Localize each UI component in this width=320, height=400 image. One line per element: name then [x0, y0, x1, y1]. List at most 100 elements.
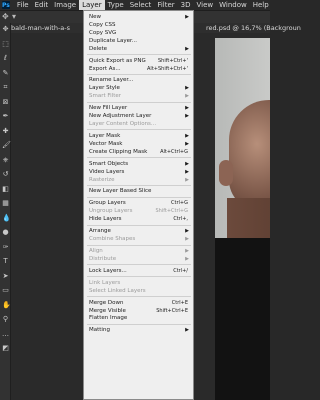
menu-item-matting[interactable]: Matting ▶ — [89, 326, 192, 334]
menu-item-label: Select Linked Layers — [89, 287, 146, 294]
menu-separator — [87, 244, 191, 246]
menu-item-video-layers[interactable]: Video Layers ▶ — [89, 168, 192, 176]
menu-item-label: Create Clipping Mask — [89, 148, 148, 155]
frame-icon[interactable]: ⊠ — [2, 98, 9, 106]
quick-select-icon[interactable]: ✎ — [2, 69, 9, 77]
crop-icon[interactable]: ⌗ — [2, 84, 9, 91]
menu-item-layer-content-options: Layer Content Options... — [89, 120, 192, 128]
menu-item-lock-layers[interactable]: Lock Layers... Ctrl+/ — [89, 267, 192, 275]
menu-item-label: Arrange — [89, 228, 111, 235]
menu-item-label: Delete — [89, 45, 108, 52]
menu-edit[interactable]: Edit — [32, 0, 52, 10]
menu-item-shortcut: Alt+Shift+Ctrl+' — [147, 65, 188, 72]
menu-item-new-layer-based-slice[interactable]: New Layer Based Slice — [89, 187, 192, 195]
menu-image[interactable]: Image — [51, 0, 79, 10]
menu-item-label: Link Layers — [89, 279, 121, 286]
menu-separator — [87, 224, 191, 226]
menu-filter[interactable]: Filter — [154, 0, 177, 10]
submenu-arrow-icon: ▶ — [185, 45, 189, 52]
submenu-arrow-icon: ▶ — [185, 228, 189, 235]
menu-item-label: Video Layers — [89, 168, 125, 175]
menu-item-label: New Fill Layer — [89, 105, 128, 112]
menu-separator — [87, 296, 191, 298]
menu-layer[interactable]: Layer — [79, 0, 105, 10]
history-brush-icon[interactable]: ↺ — [2, 171, 9, 178]
menu-file[interactable]: File — [14, 0, 32, 10]
marquee-icon[interactable]: ⬚ — [2, 40, 9, 48]
menu-item-label: Copy SVG — [89, 29, 117, 36]
document-tab-title-right[interactable]: red.psd @ 16,7% (Backgroun — [206, 23, 301, 33]
gradient-icon[interactable]: ▦ — [2, 200, 9, 207]
submenu-arrow-icon: ▶ — [185, 105, 189, 112]
menu-window[interactable]: Window — [216, 0, 250, 10]
menu-item-copy-css[interactable]: Copy CSS — [89, 21, 192, 29]
lasso-icon[interactable]: ℓ — [2, 55, 9, 62]
menu-item-label: Combine Shapes — [89, 236, 136, 243]
menu-item-label: New — [89, 14, 101, 20]
brush-icon[interactable]: 🖌 — [2, 142, 11, 149]
zoom-icon[interactable]: ⚲ — [2, 316, 9, 323]
menu-item-new[interactable]: New ▶ — [89, 13, 192, 21]
menu-item-vector-mask[interactable]: Vector Mask ▶ — [89, 140, 192, 148]
submenu-arrow-icon: ▶ — [185, 93, 189, 100]
menu-item-create-clipping-mask[interactable]: Create Clipping Mask Alt+Ctrl+G — [89, 148, 192, 156]
menu-item-duplicate-layer[interactable]: Duplicate Layer... — [89, 37, 192, 45]
menu-item-shortcut: Ctrl+, — [173, 216, 188, 223]
menu-item-label: Align — [89, 248, 103, 254]
tools-panel: ✥ ⬚ ℓ ✎ ⌗ ⊠ ✒ ✚ 🖌 ⎈ ↺ ◧ ▦ 💧 ● ✑ T ➤ ▭ ✋ ⚲ … ◩ — [0, 23, 11, 400]
menu-item-arrange[interactable]: Arrange ▶ — [89, 227, 192, 235]
menu-item-flatten-image[interactable]: Flatten Image — [89, 314, 192, 322]
menu-item-layer-mask[interactable]: Layer Mask ▶ — [89, 132, 192, 140]
menu-select[interactable]: Select — [127, 0, 155, 10]
menu-item-export-as[interactable]: Export As... Alt+Shift+Ctrl+' — [89, 65, 192, 73]
menu-item-rename-layer[interactable]: Rename Layer... — [89, 76, 192, 84]
menu-item-label: Rename Layer... — [89, 77, 134, 84]
menu-item-new-adjustment-layer[interactable]: New Adjustment Layer ▶ — [89, 112, 192, 120]
menu-item-smart-objects[interactable]: Smart Objects ▶ — [89, 160, 192, 168]
blur-icon[interactable]: 💧 — [2, 214, 11, 222]
more-icon[interactable]: … — [2, 330, 9, 338]
menu-item-label: New Adjustment Layer — [89, 113, 152, 120]
chevron-down-icon[interactable]: ▾ — [12, 13, 20, 21]
move-icon[interactable]: ✥ — [2, 26, 9, 33]
menu-view[interactable]: View — [194, 0, 217, 10]
menu-item-label: Flatten Image — [89, 315, 128, 322]
path-select-icon[interactable]: ➤ — [2, 272, 9, 280]
pen-icon[interactable]: ✑ — [2, 243, 9, 251]
submenu-arrow-icon: ▶ — [185, 140, 189, 147]
shape-icon[interactable]: ▭ — [2, 287, 9, 294]
menu-item-delete[interactable]: Delete ▶ — [89, 45, 192, 53]
menu-item-merge-visible[interactable]: Merge Visible Shift+Ctrl+E — [89, 307, 192, 315]
menu-item-hide-layers[interactable]: Hide Layers Ctrl+, — [89, 215, 192, 223]
menu-help[interactable]: Help — [250, 0, 272, 10]
menu-item-shortcut: Shift+Ctrl+G — [155, 208, 188, 215]
photoshop-logo-icon: Ps — [2, 1, 10, 9]
document-image[interactable] — [215, 38, 270, 400]
eyedropper-icon[interactable]: ✒ — [2, 113, 9, 120]
menu-item-layer-style[interactable]: Layer Style ▶ — [89, 84, 192, 92]
colors-icon[interactable]: ◩ — [2, 345, 9, 352]
type-icon[interactable]: T — [2, 258, 9, 265]
eraser-icon[interactable]: ◧ — [2, 185, 9, 193]
submenu-arrow-icon: ▶ — [185, 160, 189, 167]
menu-item-label: Matting — [89, 327, 110, 334]
move-tool-icon[interactable]: ✥ — [2, 13, 10, 21]
menu-separator — [87, 196, 191, 198]
menu-item-merge-down[interactable]: Merge Down Ctrl+E — [89, 299, 192, 307]
menu-item-label: Merge Visible — [89, 307, 126, 314]
document-tab[interactable]: bald-man-with-a-s — [11, 23, 70, 33]
menu-item-new-fill-layer[interactable]: New Fill Layer ▶ — [89, 104, 192, 112]
menu-separator — [87, 54, 191, 56]
healing-icon[interactable]: ✚ — [2, 127, 9, 135]
menu-type[interactable]: Type — [105, 0, 127, 10]
menu-item-group-layers[interactable]: Group Layers Ctrl+G — [89, 199, 192, 207]
dodge-icon[interactable]: ● — [2, 229, 9, 236]
menu-item-copy-svg[interactable]: Copy SVG — [89, 29, 192, 37]
menu-item-label: Vector Mask — [89, 140, 123, 147]
submenu-arrow-icon: ▶ — [185, 132, 189, 139]
menu-item-shortcut: Ctrl+E — [171, 299, 188, 306]
hand-icon[interactable]: ✋ — [2, 301, 11, 309]
menu-item-quick-export-as-png[interactable]: Quick Export as PNG Shift+Ctrl+' — [89, 57, 192, 65]
stamp-icon[interactable]: ⎈ — [2, 156, 9, 164]
menu-3d[interactable]: 3D — [178, 0, 194, 10]
